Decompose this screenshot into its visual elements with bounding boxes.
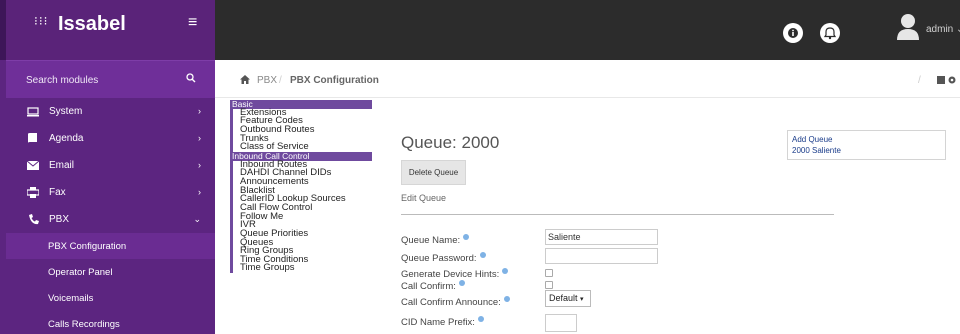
brand-header: ⁝⁝⁝ Issabel ≡ <box>0 0 215 60</box>
pbx-module-menu: Basic Extensions Feature Codes Outbound Rou… <box>230 100 372 274</box>
sidebar-item-label: PBX <box>49 214 70 225</box>
bell-icon[interactable] <box>820 23 840 43</box>
caret-down-icon: ▾ <box>580 296 584 303</box>
sidebar-item-label: Agenda <box>49 133 84 144</box>
help-icon[interactable] <box>502 268 509 274</box>
generate-device-hints-label: Generate Device Hints: <box>401 268 509 280</box>
sidebar-subitem-operator-panel[interactable]: Operator Panel <box>6 259 215 285</box>
printer-icon <box>26 187 40 198</box>
field-label: CID Name Prefix: <box>401 317 475 328</box>
sidebar: ⁝⁝⁝ Issabel ≡ System › Agenda › <box>0 0 215 334</box>
username: admin <box>926 24 954 35</box>
divider <box>401 214 834 215</box>
module-search <box>6 60 215 98</box>
top-navbar <box>215 0 960 60</box>
breadcrumb-current: PBX Configuration <box>290 75 379 86</box>
sidebar-item-fax[interactable]: Fax › <box>6 179 215 206</box>
chevron-right-icon: › <box>198 187 201 197</box>
user-avatar-icon[interactable] <box>897 12 919 40</box>
brand-name: Issabel <box>58 13 126 35</box>
sidebar-item-label: System <box>49 106 83 117</box>
queue-password-input[interactable] <box>545 248 658 264</box>
sidebar-subitem-label: PBX Configuration <box>48 240 127 252</box>
logo-dots-icon: ⁝⁝⁝ <box>34 14 49 28</box>
add-queue-link[interactable]: Add Queue <box>792 134 945 145</box>
edit-queue-heading: Edit Queue <box>401 193 447 203</box>
sidebar-subitem-pbx-configuration[interactable]: PBX Configuration <box>6 233 215 259</box>
user-menu[interactable]: admin ⌄ <box>926 24 960 35</box>
chevron-down-icon: ⌄ <box>956 24 960 35</box>
queue-list-item[interactable]: 2000 Saliente <box>792 145 945 156</box>
chevron-right-icon: › <box>198 160 201 170</box>
chevron-right-icon: › <box>198 106 201 116</box>
search-input[interactable] <box>26 71 176 89</box>
sidebar-item-pbx[interactable]: PBX ⌄ <box>6 206 215 233</box>
sidebar-item-label: Fax <box>49 187 66 198</box>
page-title: Queue: 2000 <box>401 133 500 152</box>
delete-queue-button[interactable]: Delete Queue <box>401 160 466 185</box>
home-icon[interactable] <box>240 75 250 84</box>
envelope-icon <box>26 161 40 170</box>
breadcrumb-pbx[interactable]: PBX <box>257 75 277 86</box>
sidebar-item-agenda[interactable]: Agenda › <box>6 125 215 152</box>
call-confirm-checkbox[interactable] <box>545 281 553 289</box>
field-label: Queue Password: <box>401 253 477 264</box>
help-icon[interactable] <box>503 296 510 302</box>
bookmark-icon[interactable] <box>937 76 945 84</box>
field-label: Call Confirm: <box>401 281 456 292</box>
field-label: Generate Device Hints: <box>401 269 500 280</box>
help-icon[interactable] <box>477 316 484 322</box>
breadcrumb-separator: / <box>279 75 282 86</box>
call-confirm-announce-label: Call Confirm Announce: <box>401 296 510 308</box>
field-label: Queue Name: <box>401 235 461 246</box>
phone-icon <box>26 214 40 225</box>
menu-item[interactable]: Time Groups <box>230 263 372 274</box>
info-icon[interactable] <box>783 23 803 43</box>
sidebar-item-label: Email <box>49 160 75 171</box>
breadcrumb: PBX / PBX Configuration / <box>215 62 960 98</box>
queue-list-panel: Add Queue 2000 Saliente <box>787 130 946 160</box>
sidebar-item-email[interactable]: Email › <box>6 152 215 179</box>
app-root: ⁝⁝⁝ Issabel ≡ System › Agenda › <box>0 0 960 334</box>
sidebar-subitem-voicemails[interactable]: Voicemails <box>6 285 215 311</box>
field-label: Call Confirm Announce: <box>401 297 501 308</box>
breadcrumb-separator: / <box>918 75 921 86</box>
sidebar-subitem-calls-recordings[interactable]: Calls Recordings <box>6 311 215 334</box>
queue-name-label: Queue Name: <box>401 234 470 246</box>
queue-password-label: Queue Password: <box>401 252 486 264</box>
settings-icon[interactable] <box>948 76 956 84</box>
cid-name-prefix-input[interactable] <box>545 314 577 332</box>
search-icon[interactable] <box>186 73 196 83</box>
hamburger-menu-icon[interactable]: ≡ <box>188 14 197 32</box>
sidebar-subitem-label: Calls Recordings <box>48 318 120 330</box>
chevron-down-icon: ⌄ <box>193 214 201 224</box>
help-icon[interactable] <box>463 234 470 240</box>
select-value: Default <box>549 293 578 303</box>
help-icon[interactable] <box>479 252 486 258</box>
generate-device-hints-checkbox[interactable] <box>545 269 553 277</box>
cid-name-prefix-label: CID Name Prefix: <box>401 316 484 328</box>
sidebar-item-system[interactable]: System › <box>6 98 215 125</box>
queue-name-input[interactable] <box>545 229 658 245</box>
call-confirm-label: Call Confirm: <box>401 280 465 292</box>
monitor-icon <box>26 106 40 117</box>
help-icon[interactable] <box>458 280 465 286</box>
chevron-right-icon: › <box>198 133 201 143</box>
sidebar-subitem-label: Operator Panel <box>48 266 113 278</box>
call-confirm-announce-select[interactable]: Default ▾ <box>545 290 591 307</box>
sidebar-subitem-label: Voicemails <box>48 292 94 304</box>
book-icon <box>26 133 40 144</box>
